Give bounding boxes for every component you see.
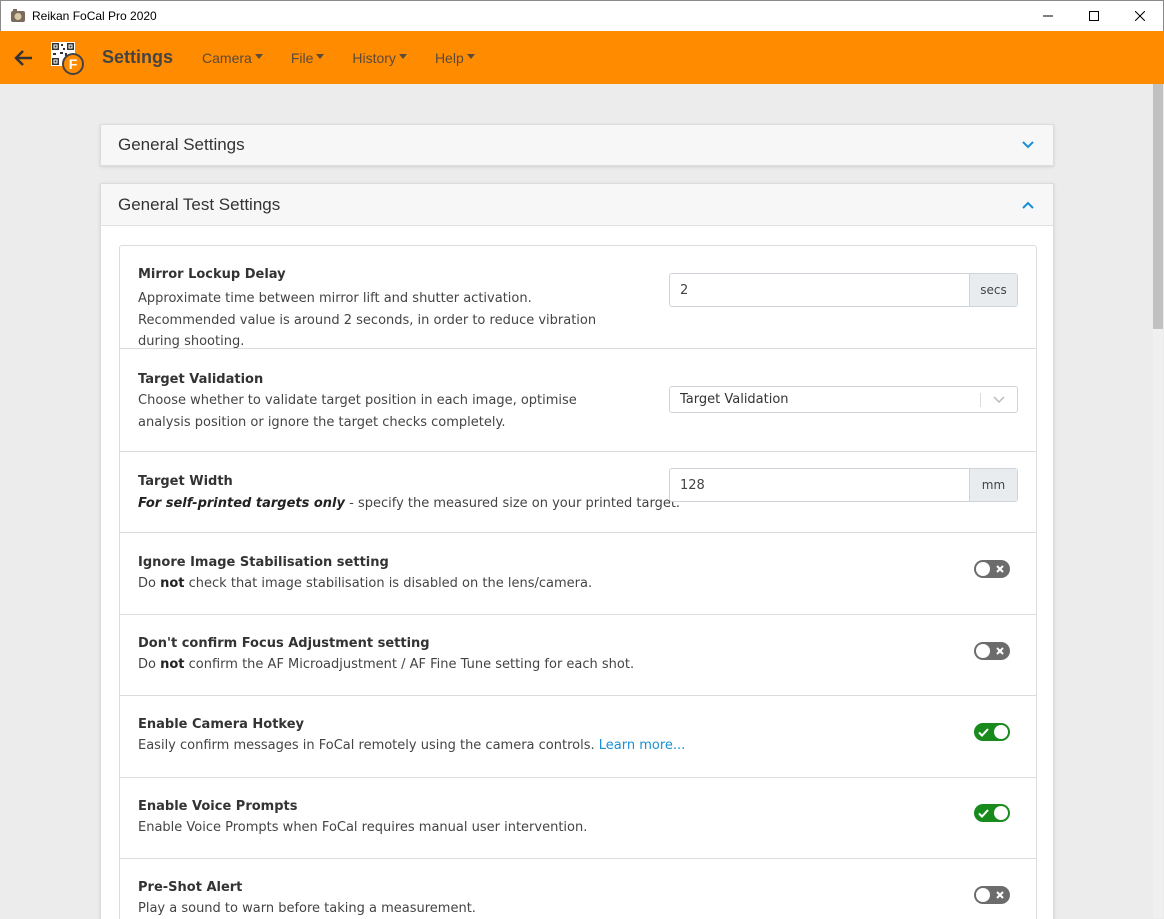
target-width-input[interactable] (670, 469, 969, 501)
close-window-button[interactable] (1117, 1, 1163, 31)
caret-down-icon (466, 54, 475, 59)
ignore-is-toggle[interactable] (974, 560, 1010, 578)
main-menu: Camera File History Help (202, 50, 503, 66)
arrow-left-icon (14, 49, 32, 66)
setting-description: Choose whether to validate target positi… (138, 393, 577, 430)
page-title: Settings (102, 47, 174, 67)
app-header: F Settings Camera File History Help (0, 31, 1164, 84)
minimize-icon (1043, 15, 1053, 17)
setting-target-validation: Target Validation Choose whether to vali… (120, 349, 1036, 452)
setting-enable-camera-hotkey: Enable Camera Hotkey Easily confirm mess… (120, 696, 1036, 778)
setting-description: Approximate time between mirror lift and… (138, 291, 597, 349)
learn-more-link[interactable]: Learn more... (599, 738, 686, 753)
setting-title: Ignore Image Stabilisation setting (138, 555, 389, 570)
target-width-field: mm (669, 468, 1018, 502)
setting-pre-shot-alert: Pre-Shot Alert Play a sound to warn befo… (120, 859, 1036, 919)
chevron-down-icon (981, 396, 1017, 403)
x-icon (994, 889, 1006, 901)
x-icon (994, 645, 1006, 657)
menu-help[interactable]: Help (435, 50, 475, 66)
setting-description: Easily confirm messages in FoCal remotel… (138, 738, 686, 753)
camera-hotkey-toggle[interactable] (974, 723, 1010, 741)
focal-logo: F (48, 39, 86, 77)
target-validation-select[interactable]: Target Validation (669, 386, 1018, 413)
setting-description: For self-printed targets only - specify … (138, 496, 681, 511)
scrollbar-thumb[interactable] (1153, 84, 1163, 329)
setting-title: Pre-Shot Alert (138, 880, 243, 895)
check-icon (977, 807, 989, 819)
setting-title: Target Validation (138, 372, 264, 387)
mirror-lockup-delay-input[interactable] (670, 274, 969, 306)
chevron-down-icon[interactable] (1020, 137, 1036, 153)
general-test-settings-panel: General Test Settings Mirror Lockup Dela… (100, 183, 1054, 919)
check-icon (977, 726, 989, 738)
setting-title: Enable Camera Hotkey (138, 717, 305, 732)
setting-description: Do not check that image stabilisation is… (138, 576, 593, 591)
section-title: General Test Settings (118, 194, 281, 214)
menu-history[interactable]: History (352, 50, 407, 66)
setting-target-width: Target Width For self-printed targets on… (120, 452, 1036, 533)
select-value: Target Validation (680, 392, 789, 407)
section-title: General Settings (118, 135, 245, 154)
setting-title: Enable Voice Prompts (138, 799, 298, 814)
caret-down-icon (316, 54, 325, 59)
menu-file[interactable]: File (291, 50, 325, 66)
general-settings-panel: General Settings (100, 124, 1054, 166)
dont-confirm-focus-toggle[interactable] (974, 642, 1010, 660)
window-title: Reikan FoCal Pro 2020 (32, 9, 157, 23)
chevron-up-icon[interactable] (1020, 197, 1036, 213)
voice-prompts-toggle[interactable] (974, 804, 1010, 822)
svg-text:F: F (69, 56, 78, 72)
setting-mirror-lockup-delay: Mirror Lockup Delay Approximate time bet… (120, 246, 1036, 349)
setting-description: Enable Voice Prompts when FoCal requires… (138, 820, 588, 835)
general-settings-header[interactable]: General Settings (101, 125, 1053, 165)
mirror-lockup-delay-field: secs (669, 273, 1018, 307)
caret-down-icon (254, 54, 263, 59)
caret-down-icon (398, 54, 407, 59)
close-icon (1135, 11, 1145, 21)
setting-title: Don't confirm Focus Adjustment setting (138, 636, 430, 651)
minimize-button[interactable] (1025, 1, 1071, 31)
general-test-settings-header[interactable]: General Test Settings (101, 184, 1053, 226)
window-titlebar: Reikan FoCal Pro 2020 (0, 0, 1164, 31)
maximize-icon (1089, 11, 1099, 21)
setting-dont-confirm-focus-adjustment: Don't confirm Focus Adjustment setting D… (120, 615, 1036, 696)
setting-description: Do not confirm the AF Microadjustment / … (138, 657, 635, 672)
menu-camera[interactable]: Camera (202, 50, 263, 66)
x-icon (994, 563, 1006, 575)
settings-list: Mirror Lockup Delay Approximate time bet… (119, 245, 1037, 919)
app-icon (10, 8, 26, 24)
setting-enable-voice-prompts: Enable Voice Prompts Enable Voice Prompt… (120, 778, 1036, 859)
back-button[interactable] (12, 46, 36, 70)
setting-description: Play a sound to warn before taking a mea… (138, 901, 476, 916)
maximize-button[interactable] (1071, 1, 1117, 31)
unit-label: mm (969, 469, 1017, 501)
pre-shot-alert-toggle[interactable] (974, 886, 1010, 904)
unit-label: secs (969, 274, 1017, 306)
setting-ignore-image-stabilisation: Ignore Image Stabilisation setting Do no… (120, 533, 1036, 615)
